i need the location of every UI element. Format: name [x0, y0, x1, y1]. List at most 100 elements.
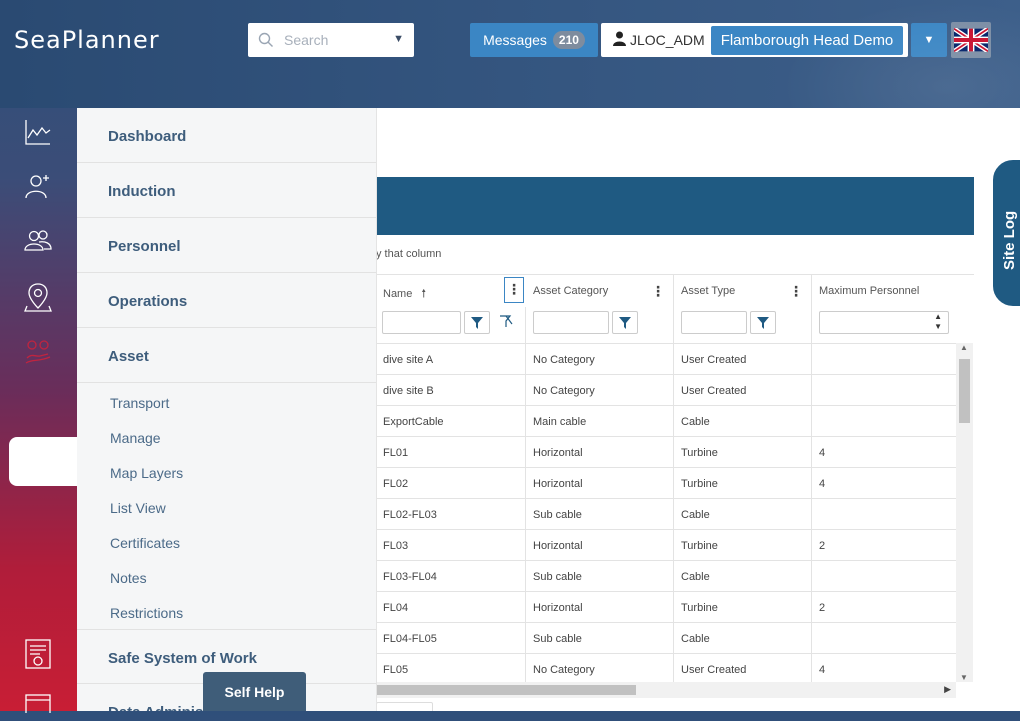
horizontal-scrollbar[interactable]: ▶: [376, 682, 956, 698]
table-row[interactable]: FL02 Horizontal Turbine 4: [376, 467, 956, 499]
menu-item-operations[interactable]: Operations: [77, 273, 376, 328]
site-dropdown-button[interactable]: ▼: [911, 23, 947, 57]
cell-maximum-personnel: [812, 406, 956, 437]
cell-name: dive site B: [376, 375, 526, 406]
search-input[interactable]: [282, 31, 386, 49]
search-box[interactable]: ▼: [248, 23, 414, 57]
numeric-stepper-icon[interactable]: ▲ ▼: [934, 312, 942, 332]
messages-count-badge: 210: [552, 31, 585, 49]
vertical-scroll-thumb[interactable]: [959, 359, 970, 423]
filter-input-maximum-personnel[interactable]: ▲ ▼: [819, 311, 949, 334]
filter-button-asset-type[interactable]: [750, 311, 776, 334]
search-dropdown-caret-icon[interactable]: ▼: [393, 33, 404, 45]
dashboard-chart-icon[interactable]: [24, 118, 52, 146]
menu-item-personnel[interactable]: Personnel: [77, 218, 376, 273]
table-row[interactable]: dive site A No Category User Created: [376, 343, 956, 375]
language-selector[interactable]: [951, 22, 991, 58]
horizontal-scroll-thumb[interactable]: [376, 685, 636, 695]
cell-asset-type: Cable: [674, 499, 812, 530]
self-help-button[interactable]: Self Help: [203, 672, 306, 711]
cell-maximum-personnel: [812, 623, 956, 654]
cell-asset-type: Turbine: [674, 530, 812, 561]
column-header-asset-type[interactable]: Asset Type ⋮: [674, 275, 812, 307]
filter-cell-asset-type: [674, 307, 812, 343]
table-row[interactable]: FL01 Horizontal Turbine 4: [376, 436, 956, 468]
personnel-icon[interactable]: [24, 226, 52, 254]
submenu-item-notes[interactable]: Notes: [110, 570, 147, 586]
cell-asset-type: User Created: [674, 654, 812, 685]
filter-button-name[interactable]: [464, 311, 490, 334]
cell-name: FL05: [376, 654, 526, 685]
table-row[interactable]: FL04 Horizontal Turbine 2: [376, 591, 956, 623]
cell-asset-type: Turbine: [674, 592, 812, 623]
column-menu-icon[interactable]: ⋮: [651, 283, 665, 300]
filter-button-asset-category[interactable]: [612, 311, 638, 334]
cell-name: FL04: [376, 592, 526, 623]
cell-asset-category: No Category: [526, 344, 674, 375]
cell-asset-category: No Category: [526, 654, 674, 685]
menu-item-induction[interactable]: Induction: [77, 163, 376, 218]
table-row[interactable]: FL03-FL04 Sub cable Cable: [376, 560, 956, 592]
column-menu-icon[interactable]: ⋮: [789, 283, 803, 300]
table-row[interactable]: FL04-FL05 Sub cable Cable: [376, 622, 956, 654]
data-admin-icon[interactable]: [24, 693, 52, 721]
clear-filter-icon[interactable]: [499, 315, 513, 332]
filter-input-asset-type[interactable]: [681, 311, 747, 334]
submenu-item-map-layers[interactable]: Map Layers: [110, 465, 183, 481]
column-header-asset-category[interactable]: Asset Category ⋮: [526, 275, 674, 307]
cell-asset-type: Cable: [674, 406, 812, 437]
messages-label: Messages: [483, 32, 547, 48]
column-header-maximum-personnel[interactable]: Maximum Personnel: [812, 275, 956, 307]
funnel-icon: [471, 316, 483, 329]
asset-grid: Name 🠕 ⋮ Asset Category ⋮ Asset Type ⋮ M…: [376, 275, 974, 711]
cell-asset-category: Sub cable: [526, 499, 674, 530]
cell-maximum-personnel: 4: [819, 447, 826, 459]
seaplanner-logo[interactable]: SeaPlanner: [14, 26, 160, 54]
username: JLOC_ADM: [630, 32, 705, 48]
cell-name: ExportCable: [376, 406, 526, 437]
cell-asset-category: Main cable: [526, 406, 674, 437]
operations-location-icon[interactable]: [24, 282, 52, 312]
site-log-tab[interactable]: Site Log: [991, 158, 1020, 308]
submenu-item-manage[interactable]: Manage: [110, 430, 161, 446]
menu-item-asset[interactable]: Asset: [77, 328, 376, 383]
asset-icon[interactable]: [24, 338, 52, 366]
table-row[interactable]: FL05 No Category User Created 4: [376, 653, 956, 685]
cell-maximum-personnel: 4: [819, 664, 826, 676]
cell-maximum-personnel: [812, 375, 956, 406]
scroll-right-icon[interactable]: ▶: [944, 684, 951, 695]
search-icon: [258, 32, 274, 48]
funnel-icon: [757, 316, 769, 329]
site-name-button[interactable]: Flamborough Head Demo: [710, 25, 904, 55]
vertical-scrollbar[interactable]: ▲ ▼: [956, 343, 973, 682]
cell-name: FL02: [376, 468, 526, 499]
submenu-item-restrictions[interactable]: Restrictions: [110, 605, 183, 621]
pager-control[interactable]: [376, 702, 433, 711]
safe-system-document-icon[interactable]: [24, 638, 52, 669]
menu-item-dashboard[interactable]: Dashboard: [77, 108, 376, 163]
filter-cell-asset-category: [526, 307, 674, 343]
table-row[interactable]: FL03 Horizontal Turbine 2: [376, 529, 956, 561]
submenu-item-certificates[interactable]: Certificates: [110, 535, 180, 551]
user-site-selector[interactable]: JLOC_ADM Flamborough Head Demo: [601, 23, 908, 57]
top-header: SeaPlanner ▼ Messages 210 JLOC_ADM Flamb…: [0, 0, 1020, 108]
filter-cell-maximum-personnel: ▲ ▼: [812, 307, 956, 343]
cell-asset-type: User Created: [674, 375, 812, 406]
table-row[interactable]: ExportCable Main cable Cable: [376, 405, 956, 437]
filter-input-name[interactable]: [382, 311, 461, 334]
cell-maximum-personnel: [812, 344, 956, 375]
column-header-label: Asset Category: [533, 285, 609, 297]
scroll-down-icon[interactable]: ▼: [960, 673, 968, 682]
cell-asset-category: Horizontal: [526, 530, 674, 561]
scroll-up-icon[interactable]: ▲: [960, 343, 968, 352]
submenu-item-list-view[interactable]: List View: [110, 500, 166, 516]
submenu-item-transport[interactable]: Transport: [110, 395, 169, 411]
add-user-icon[interactable]: [24, 172, 52, 200]
cell-asset-type: Cable: [674, 561, 812, 592]
cell-maximum-personnel: 2: [819, 602, 826, 614]
table-row[interactable]: dive site B No Category User Created: [376, 374, 956, 406]
column-menu-icon[interactable]: ⋮: [504, 277, 524, 303]
filter-input-asset-category[interactable]: [533, 311, 609, 334]
messages-button[interactable]: Messages 210: [470, 23, 598, 57]
table-row[interactable]: FL02-FL03 Sub cable Cable: [376, 498, 956, 530]
